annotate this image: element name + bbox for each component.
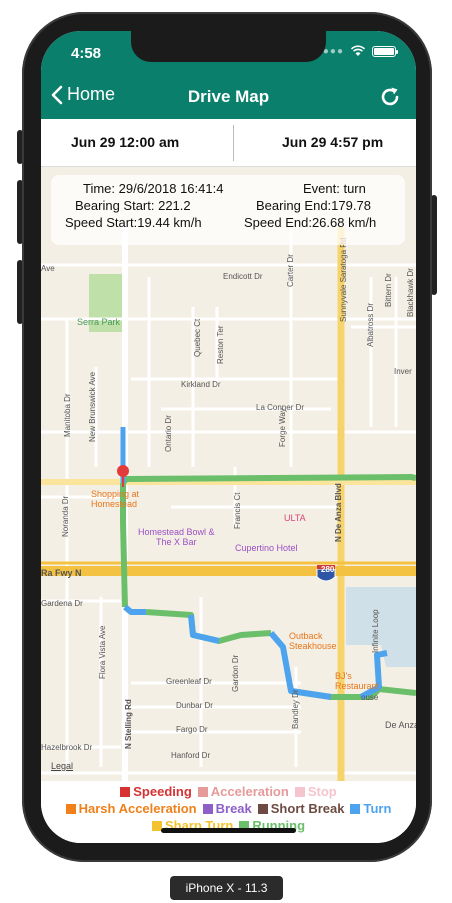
poi-serra-park[interactable]: Serra Park: [77, 317, 120, 327]
legend-label: Turn: [363, 801, 392, 816]
legend-label: Break: [215, 801, 252, 816]
highway-shield-label: 280: [321, 565, 335, 574]
street-label: Endicott Dr: [223, 272, 263, 281]
route-legend: Speeding Acceleration Stop Harsh Acceler…: [41, 781, 416, 843]
legend-speeding: Speeding: [120, 784, 192, 799]
navigation-bar: Home Drive Map: [41, 75, 416, 119]
poi-bjs[interactable]: BJ's Restaurant: [335, 671, 379, 691]
page-title: Drive Map: [187, 87, 270, 106]
poi-cupertino-hotel[interactable]: Cupertino Hotel: [235, 543, 298, 553]
street-label: Bandley Dr: [291, 689, 300, 729]
street-label: Reston Ter: [216, 325, 225, 364]
street-label: Inver: [394, 367, 412, 376]
poi-bowl[interactable]: Homestead Bowl & The X Bar: [138, 527, 215, 547]
battery-icon: [372, 45, 398, 57]
legend-label: Acceleration: [210, 784, 289, 799]
street-label: Gardena Dr: [41, 599, 83, 608]
start-date-button[interactable]: Jun 29 12:00 am: [71, 134, 179, 150]
bearing-end: Bearing End:179.78: [256, 198, 371, 213]
street-label: Albatross Dr: [366, 302, 375, 347]
street-label: Bittern Dr: [384, 273, 393, 307]
poi-outback[interactable]: Outback Steakhouse: [289, 631, 337, 651]
status-icons: ●●●●: [316, 45, 398, 57]
phone-screen: 4:58 ●●●● Home Drive Map Jun 29 12:00 am…: [41, 31, 416, 843]
street-label: Infinite Loop: [371, 609, 380, 653]
street-label: Greenleaf Dr: [166, 677, 212, 686]
street-label: Hanford Dr: [171, 751, 211, 760]
wifi-icon: [350, 45, 366, 56]
street-label: Sunnyvale Saratoga Rd: [339, 237, 348, 323]
legend-swatch: [65, 803, 76, 814]
street-label: Gardon Dr: [231, 654, 240, 692]
bearing-start: Bearing Start: 221.2: [75, 198, 191, 213]
legend-turn: Turn: [350, 801, 391, 816]
legal-link[interactable]: Legal: [51, 761, 73, 771]
legend-harsh-acceleration: Harsh Acceleration: [65, 801, 197, 816]
street-label: Blackhawk Dr: [406, 268, 415, 317]
legend-label: Harsh Acceleration: [78, 801, 197, 816]
street-label: Forge Way: [278, 408, 287, 447]
route-turn-1: [123, 604, 146, 615]
legend-swatch: [257, 803, 268, 814]
event-time: Time: 29/6/2018 16:41:4: [83, 181, 224, 196]
legend-acceleration: Acceleration: [197, 784, 289, 799]
legend-swatch: [294, 786, 305, 797]
home-indicator[interactable]: [161, 828, 296, 833]
street-label: Manitoba Dr: [63, 393, 72, 437]
device-label: iPhone X - 11.3: [170, 876, 283, 900]
date-range-bar: Jun 29 12:00 am Jun 29 4:57 pm: [41, 119, 416, 167]
street-label: Ontario Dr: [164, 415, 173, 452]
route-turn-2: [188, 614, 220, 644]
legend-label: Stop: [307, 784, 337, 799]
legend-swatch: [350, 803, 361, 814]
legend-swatch: [202, 803, 213, 814]
street-label: Ra Fwy N: [41, 568, 82, 578]
notch: [131, 31, 326, 62]
simulator-frame: 4:58 ●●●● Home Drive Map Jun 29 12:00 am…: [0, 0, 452, 903]
speed-start: Speed Start:19.44 km/h: [65, 215, 202, 230]
speed-end: Speed End:26.68 km/h: [244, 215, 377, 230]
street-label: Kirkland Dr: [181, 380, 221, 389]
building-label: ouse: [361, 693, 379, 702]
poi-shopping[interactable]: Shopping at Homestead: [91, 489, 139, 509]
street-label: Dunbar Dr: [176, 701, 213, 710]
street-label: Noranda Dr: [61, 495, 70, 537]
street-label: N De Anza Blvd: [334, 483, 343, 542]
drive-map[interactable]: Ave Endicott Dr Kirkland Dr La Conner Dr…: [41, 167, 416, 781]
event-info-panel: Time: 29/6/2018 16:41:4 Event: turn Bear…: [51, 175, 405, 245]
legend-break: Break: [202, 801, 252, 816]
end-date-button[interactable]: Jun 29 4:57 pm: [282, 134, 383, 150]
building-label: De Anza 3: [385, 720, 416, 730]
legend-label: Speeding: [133, 784, 192, 799]
refresh-icon[interactable]: [378, 85, 402, 109]
street-label: Quebec Ct: [193, 318, 202, 357]
street-label: Francis Ct: [233, 492, 242, 529]
street-label: Carter Dr: [286, 254, 295, 287]
poi-ulta[interactable]: ULTA: [284, 513, 306, 523]
street-label: New Brunswick Ave: [88, 371, 97, 442]
event-type: Event: turn: [303, 181, 366, 196]
date-divider: [233, 125, 234, 161]
street-label: Flora Vista Ave: [98, 625, 107, 679]
street-label: N Stelling Rd: [124, 699, 133, 749]
legend-swatch: [120, 786, 131, 797]
status-time: 4:58: [71, 45, 102, 62]
street-label: Ave: [41, 264, 55, 273]
legend-swatch: [197, 786, 208, 797]
street-label: Hazelbrook Dr: [41, 743, 93, 752]
legend-short-break: Short Break: [257, 801, 345, 816]
legend-label: Short Break: [270, 801, 345, 816]
street-label: Fargo Dr: [176, 725, 208, 734]
legend-stop: Stop: [294, 784, 337, 799]
start-pin-icon: [117, 465, 129, 477]
